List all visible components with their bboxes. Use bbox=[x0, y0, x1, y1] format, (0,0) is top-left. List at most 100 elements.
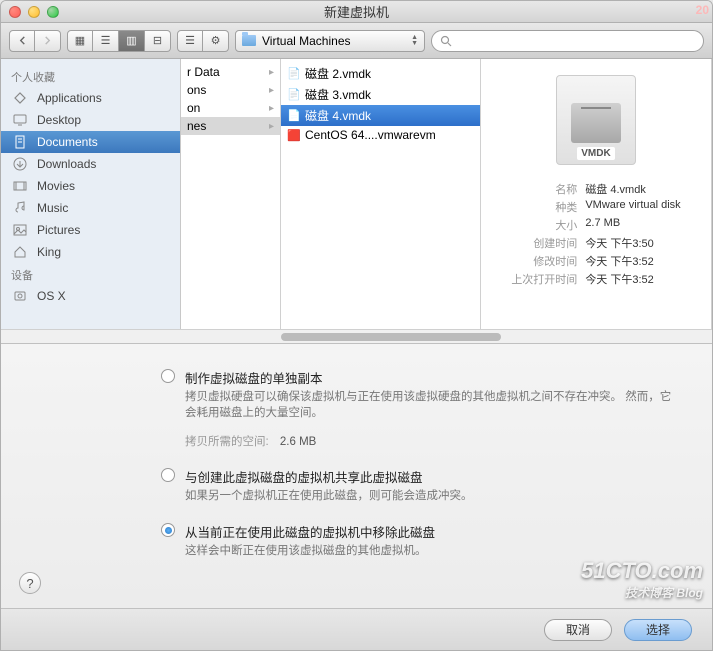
sidebar-item-label: Music bbox=[37, 201, 68, 215]
nav-back-button[interactable] bbox=[9, 30, 35, 52]
radio-share[interactable] bbox=[161, 468, 175, 482]
sidebar-item-applications[interactable]: Applications bbox=[1, 87, 180, 109]
radio-copy[interactable] bbox=[161, 369, 175, 383]
view-coverflow-button[interactable]: ⊟ bbox=[145, 30, 171, 52]
radio-remove[interactable] bbox=[161, 523, 175, 537]
music-icon bbox=[11, 200, 29, 216]
window-title: 新建虚拟机 bbox=[1, 2, 712, 21]
file-item-label: 磁盘 2.vmdk bbox=[305, 65, 371, 82]
preview-file-icon: VMDK bbox=[556, 75, 636, 165]
option-copy-title: 制作虚拟磁盘的单独副本 bbox=[185, 368, 672, 387]
file-item[interactable]: 📄 磁盘 2.vmdk bbox=[281, 63, 480, 84]
meta-value: 今天 下午3:52 bbox=[585, 253, 680, 269]
search-input[interactable] bbox=[431, 30, 704, 52]
desktop-icon bbox=[11, 112, 29, 128]
view-column-button[interactable]: ▥ bbox=[119, 30, 145, 52]
column-2: 📄 磁盘 2.vmdk 📄 磁盘 3.vmdk 📄 磁盘 4.vmdk 🟥CentOS 64… bbox=[281, 59, 481, 329]
movie-icon bbox=[11, 178, 29, 194]
close-window-button[interactable] bbox=[9, 6, 21, 18]
doc-icon bbox=[11, 134, 29, 150]
sidebar-item-label: Downloads bbox=[37, 157, 96, 171]
sidebar-section-devices: 设备 bbox=[1, 263, 180, 285]
file-item[interactable]: 🟥CentOS 64....vmwarevm bbox=[281, 126, 480, 144]
meta-label: 大小 bbox=[511, 217, 577, 233]
option-copy[interactable]: 制作虚拟磁盘的单独副本 拷贝虚拟硬盘可以确保该虚拟机与正在使用该虚拟硬盘的其他虚… bbox=[41, 368, 672, 421]
chevron-right-icon: ▸ bbox=[269, 121, 274, 132]
meta-label: 种类 bbox=[511, 199, 577, 215]
sidebar-item-label: Movies bbox=[37, 179, 75, 193]
down-icon bbox=[11, 156, 29, 172]
meta-value: 今天 下午3:52 bbox=[585, 271, 680, 287]
sidebar-item-label: King bbox=[37, 245, 61, 259]
horizontal-scrollbar[interactable] bbox=[1, 329, 712, 343]
sidebar-item-movies[interactable]: Movies bbox=[1, 175, 180, 197]
option-share[interactable]: 与创建此虚拟磁盘的虚拟机共享此虚拟磁盘 如果另一个虚拟机正在使用此磁盘，则可能会… bbox=[41, 467, 672, 504]
document-icon: 📄 bbox=[287, 109, 301, 123]
space-required-row: 拷贝所需的空间: 2.6 MB bbox=[65, 433, 672, 449]
meta-value: VMware virtual disk bbox=[585, 199, 680, 215]
space-label: 拷贝所需的空间: bbox=[185, 436, 269, 448]
sidebar-item-pictures[interactable]: Pictures bbox=[1, 219, 180, 241]
column-item[interactable]: ons ▸ bbox=[181, 81, 280, 99]
file-item-label: 磁盘 3.vmdk bbox=[305, 86, 371, 103]
chevron-right-icon: ▸ bbox=[269, 85, 274, 96]
sidebar-item-label: Documents bbox=[37, 135, 98, 149]
toolbar: ▦ ☰ ▥ ⊟ ☰ ⚙ Virtual Machines ▲▼ bbox=[1, 23, 712, 59]
arrange-button[interactable]: ☰ bbox=[177, 30, 203, 52]
column-item-label: ons bbox=[187, 83, 206, 97]
scrollbar-thumb[interactable] bbox=[281, 333, 501, 341]
search-icon bbox=[440, 35, 452, 47]
home-icon bbox=[11, 244, 29, 260]
action-button[interactable]: ⚙ bbox=[203, 30, 229, 52]
preview-metadata: 名称磁盘 4.vmdk种类VMware virtual disk大小2.7 MB… bbox=[511, 181, 680, 287]
option-remove[interactable]: 从当前正在使用此磁盘的虚拟机中移除此磁盘 这样会中断正在使用该虚拟磁盘的其他虚拟… bbox=[41, 522, 672, 559]
sidebar-item-king[interactable]: King bbox=[1, 241, 180, 263]
sidebar-section-favorites: 个人收藏 bbox=[1, 65, 180, 87]
column-item[interactable]: nes ▸ bbox=[181, 117, 280, 135]
sidebar-item-label: Applications bbox=[37, 91, 102, 105]
meta-label: 上次打开时间 bbox=[511, 271, 577, 287]
app-icon bbox=[11, 90, 29, 106]
path-dropdown[interactable]: Virtual Machines ▲▼ bbox=[235, 30, 425, 52]
document-icon: 📄 bbox=[287, 88, 301, 102]
option-remove-title: 从当前正在使用此磁盘的虚拟机中移除此磁盘 bbox=[185, 522, 435, 541]
search-text[interactable] bbox=[456, 34, 695, 48]
sidebar-item-music[interactable]: Music bbox=[1, 197, 180, 219]
column-item-label: on bbox=[187, 101, 200, 115]
folder-icon bbox=[242, 35, 256, 46]
sidebar-item-downloads[interactable]: Downloads bbox=[1, 153, 180, 175]
help-button[interactable]: ? bbox=[19, 572, 41, 594]
column-item[interactable]: r Data▸ bbox=[181, 63, 280, 81]
file-item[interactable]: 📄 磁盘 4.vmdk bbox=[281, 105, 480, 126]
column-item[interactable]: on▸ bbox=[181, 99, 280, 117]
sidebar-item-desktop[interactable]: Desktop bbox=[1, 109, 180, 131]
options-panel: 制作虚拟磁盘的单独副本 拷贝虚拟硬盘可以确保该虚拟机与正在使用该虚拟硬盘的其他虚… bbox=[1, 343, 712, 608]
file-picker-window: 新建虚拟机 ▦ ☰ ▥ ⊟ ☰ ⚙ Virtual Machines ▲▼ bbox=[0, 0, 713, 651]
view-list-button[interactable]: ☰ bbox=[93, 30, 119, 52]
sidebar-device-os-x[interactable]: OS X bbox=[1, 285, 180, 307]
cancel-button[interactable]: 取消 bbox=[544, 619, 612, 641]
corner-timestamp: 20 bbox=[696, 3, 709, 17]
nav-forward-button[interactable] bbox=[35, 30, 61, 52]
meta-value: 磁盘 4.vmdk bbox=[585, 181, 680, 197]
meta-label: 修改时间 bbox=[511, 253, 577, 269]
path-label: Virtual Machines bbox=[262, 34, 351, 48]
file-item-label: 磁盘 4.vmdk bbox=[305, 107, 371, 124]
pic-icon bbox=[11, 222, 29, 238]
zoom-window-button[interactable] bbox=[47, 6, 59, 18]
sidebar-item-label: OS X bbox=[37, 289, 66, 303]
column-item-label: nes bbox=[187, 119, 206, 133]
disk-icon bbox=[11, 288, 29, 304]
document-icon: 📄 bbox=[287, 67, 301, 81]
column-1: r Data▸ons▸on▸nes▸ bbox=[181, 59, 281, 329]
footer: 取消 选择 bbox=[1, 608, 712, 650]
file-item[interactable]: 📄 磁盘 3.vmdk bbox=[281, 84, 480, 105]
minimize-window-button[interactable] bbox=[28, 6, 40, 18]
dropdown-arrows-icon: ▲▼ bbox=[411, 35, 418, 47]
choose-button[interactable]: 选择 bbox=[624, 619, 692, 641]
sidebar-item-documents[interactable]: Documents bbox=[1, 131, 180, 153]
space-value: 2.6 MB bbox=[280, 436, 316, 448]
option-remove-desc: 这样会中断正在使用该虚拟磁盘的其他虚拟机。 bbox=[185, 543, 435, 559]
chevron-right-icon: ▸ bbox=[269, 67, 274, 78]
view-icon-button[interactable]: ▦ bbox=[67, 30, 93, 52]
